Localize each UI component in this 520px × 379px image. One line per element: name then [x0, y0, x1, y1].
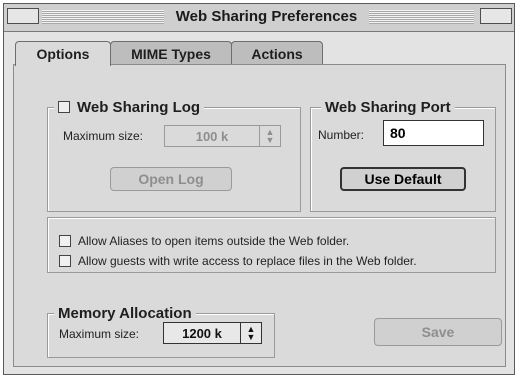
- memory-max-size-label: Maximum size:: [59, 327, 140, 341]
- popup-arrows-icon: ▲ ▼: [240, 323, 261, 343]
- open-log-button[interactable]: Open Log: [110, 167, 232, 191]
- web-sharing-log-group: [47, 107, 301, 212]
- window-title: Web Sharing Preferences: [164, 7, 369, 27]
- allow-guests-checkbox[interactable]: [59, 255, 71, 267]
- popup-arrows-icon: ▲ ▼: [259, 126, 280, 146]
- log-max-size-value: 100 k: [195, 128, 229, 144]
- save-button[interactable]: Save: [374, 318, 502, 346]
- log-max-size-popup[interactable]: 100 k ▲ ▼: [164, 125, 281, 147]
- options-panel: Web Sharing Log Maximum size: 100 k ▲ ▼ O…: [13, 64, 506, 367]
- memory-max-size-popup[interactable]: 1200 k ▲ ▼: [163, 322, 262, 344]
- preferences-window: Web Sharing Preferences Options MIME Typ…: [3, 3, 515, 375]
- web-sharing-log-label: Web Sharing Log: [77, 98, 201, 116]
- title-bar[interactable]: Web Sharing Preferences: [4, 4, 514, 32]
- allow-aliases-label: Allow Aliases to open items outside the …: [78, 234, 350, 248]
- allow-aliases-row[interactable]: Allow Aliases to open items outside the …: [59, 234, 349, 248]
- tab-actions[interactable]: Actions: [231, 41, 323, 65]
- web-sharing-log-legend: Web Sharing Log: [54, 97, 205, 117]
- log-max-size-label: Maximum size:: [63, 129, 144, 143]
- collapse-box[interactable]: [480, 8, 512, 24]
- memory-allocation-legend: Memory Allocation: [54, 303, 196, 323]
- allow-aliases-checkbox[interactable]: [59, 235, 71, 247]
- tab-mime-types[interactable]: MIME Types: [110, 41, 232, 65]
- allow-guests-row[interactable]: Allow guests with write access to replac…: [59, 254, 417, 268]
- use-default-button[interactable]: Use Default: [340, 167, 466, 191]
- port-number-label: Number:: [318, 128, 365, 142]
- close-box[interactable]: [7, 8, 39, 24]
- port-number-field[interactable]: 80: [383, 120, 484, 146]
- web-sharing-log-checkbox[interactable]: [58, 101, 70, 113]
- memory-max-size-value: 1200 k: [182, 325, 222, 341]
- tab-options[interactable]: Options: [15, 41, 111, 66]
- allow-guests-label: Allow guests with write access to replac…: [78, 254, 417, 268]
- web-sharing-port-legend: Web Sharing Port: [321, 97, 455, 117]
